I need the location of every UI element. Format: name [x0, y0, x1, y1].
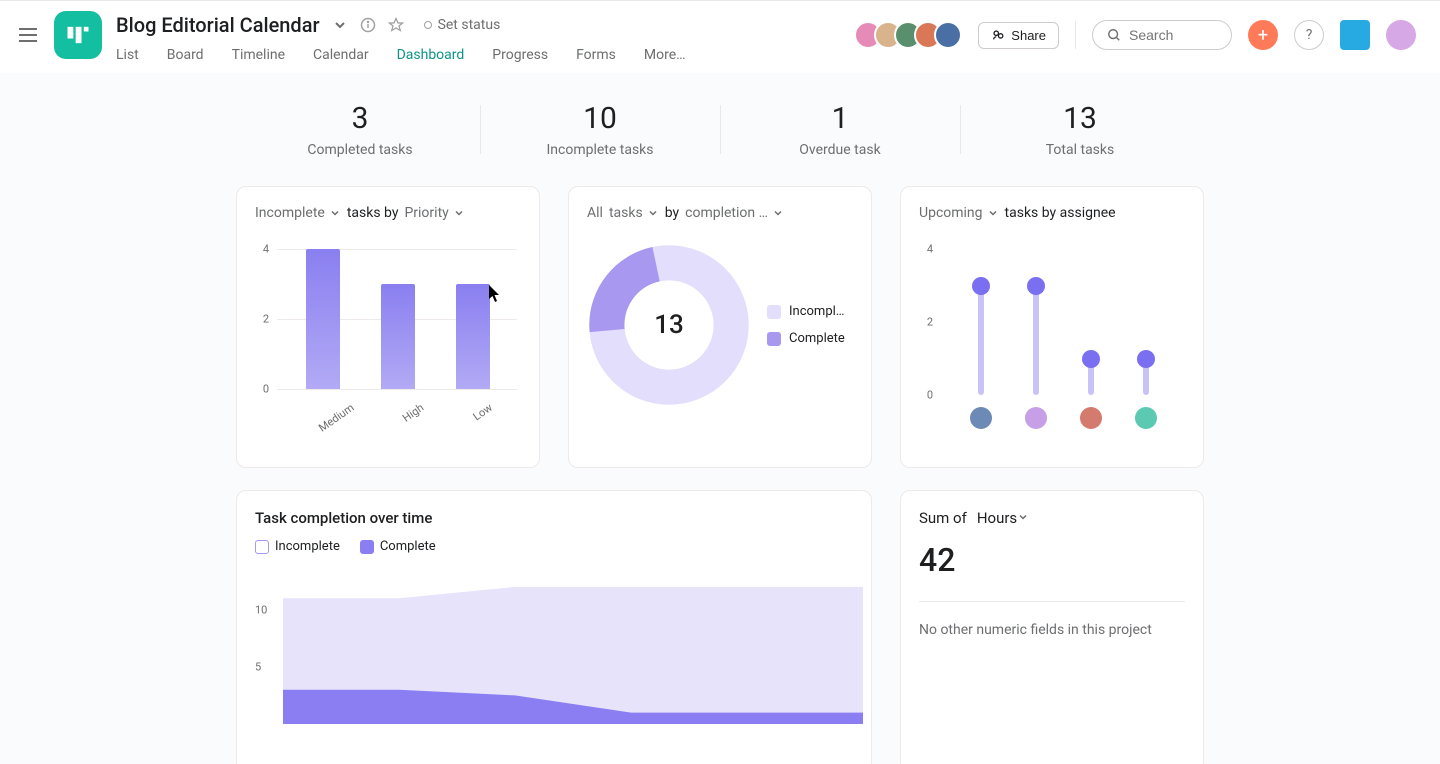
card-tasks-by-assignee: Upcoming tasks by assignee 024: [900, 186, 1204, 468]
stat-value: 1: [720, 101, 960, 136]
stat-incomplete-tasks: 10 Incomplete tasks: [480, 101, 720, 158]
card-completion-over-time: Task completion over time Incomplete Com…: [236, 490, 872, 764]
search-input[interactable]: [1129, 27, 1209, 43]
status-dot-icon: [424, 21, 432, 29]
member-avatar[interactable]: [934, 21, 962, 49]
completion-over-time-title: Task completion over time: [255, 509, 853, 527]
sum-value: 42: [919, 541, 1185, 579]
group-completion-dropdown[interactable]: completion …: [685, 205, 784, 221]
star-icon[interactable]: [388, 17, 404, 33]
tasks-by-assignee-label: tasks by assignee: [1005, 205, 1116, 221]
no-fields-message: No other numeric fields in this project: [919, 620, 1185, 641]
card-completion-donut: All tasks by completion … 13 Incompl… Co…: [568, 186, 872, 468]
create-button[interactable]: +: [1248, 20, 1278, 50]
stat-label: Incomplete tasks: [480, 142, 720, 158]
hamburger-menu-icon[interactable]: [16, 23, 40, 47]
stat-completed-tasks: 3 Completed tasks: [240, 101, 480, 158]
member-avatars[interactable]: [854, 21, 962, 49]
filter-all-label: All: [587, 205, 603, 221]
filter-upcoming-dropdown[interactable]: Upcoming: [919, 205, 999, 221]
search-box[interactable]: [1092, 20, 1232, 50]
assignee-avatar: [1025, 407, 1047, 429]
stat-total-tasks: 13 Total tasks: [960, 101, 1200, 158]
stat-value: 3: [240, 101, 480, 136]
filter-incomplete-dropdown[interactable]: Incomplete: [255, 205, 341, 221]
legend-complete-area: Complete: [360, 539, 436, 554]
completion-area-chart: 510: [255, 564, 853, 724]
sum-of-label: Sum of: [919, 509, 967, 527]
share-button[interactable]: Share: [978, 22, 1059, 49]
stat-value: 13: [960, 101, 1200, 136]
donut-center-value: 13: [587, 243, 751, 407]
group-priority-dropdown[interactable]: Priority: [404, 205, 464, 221]
legend-incomplete: Incompl…: [767, 304, 845, 319]
priority-bar-chart: 024MediumHighLow: [255, 249, 521, 419]
project-icon: [54, 11, 102, 59]
card-tasks-by-priority: Incomplete tasks by Priority 024MediumHi…: [236, 186, 540, 468]
tasks-by-label: tasks by: [347, 205, 399, 221]
by-label: by: [665, 205, 679, 221]
card-sum-of-hours: Sum of Hours 42 No other numeric fields …: [900, 490, 1204, 764]
info-icon[interactable]: [360, 17, 376, 33]
hours-dropdown[interactable]: Hours: [977, 509, 1029, 527]
assignee-avatar: [1135, 407, 1157, 429]
project-menu-chevron-icon[interactable]: [332, 17, 348, 33]
divider: [919, 601, 1185, 602]
legend-complete: Complete: [767, 331, 845, 346]
bar: [381, 284, 415, 389]
bar: [456, 284, 490, 389]
set-status-label: Set status: [438, 17, 501, 33]
divider: [1075, 21, 1076, 49]
stats-row: 3 Completed tasks10 Incomplete tasks1 Overd…: [24, 101, 1416, 158]
lollipop: [971, 286, 991, 396]
project-title: Blog Editorial Calendar: [116, 13, 320, 37]
lollipop: [1026, 286, 1046, 396]
upgrade-tile[interactable]: [1340, 20, 1370, 50]
stat-label: Completed tasks: [240, 142, 480, 158]
stat-label: Total tasks: [960, 142, 1200, 158]
search-icon: [1107, 28, 1121, 42]
tasks-dropdown[interactable]: tasks: [609, 205, 659, 221]
stat-value: 10: [480, 101, 720, 136]
completion-donut-chart: 13: [587, 243, 751, 407]
set-status-button[interactable]: Set status: [416, 15, 509, 35]
lollipop: [1136, 359, 1156, 396]
share-label: Share: [1011, 28, 1046, 43]
help-button[interactable]: ?: [1294, 20, 1324, 50]
bar: [306, 249, 340, 389]
assignee-lollipop-chart: 024: [919, 249, 1185, 429]
legend-incomplete-area: Incomplete: [255, 539, 340, 554]
assignee-avatar: [1080, 407, 1102, 429]
stat-overdue-task: 1 Overdue task: [720, 101, 960, 158]
assignee-avatar: [970, 407, 992, 429]
profile-avatar[interactable]: [1386, 20, 1416, 50]
lollipop: [1081, 359, 1101, 396]
stat-label: Overdue task: [720, 142, 960, 158]
